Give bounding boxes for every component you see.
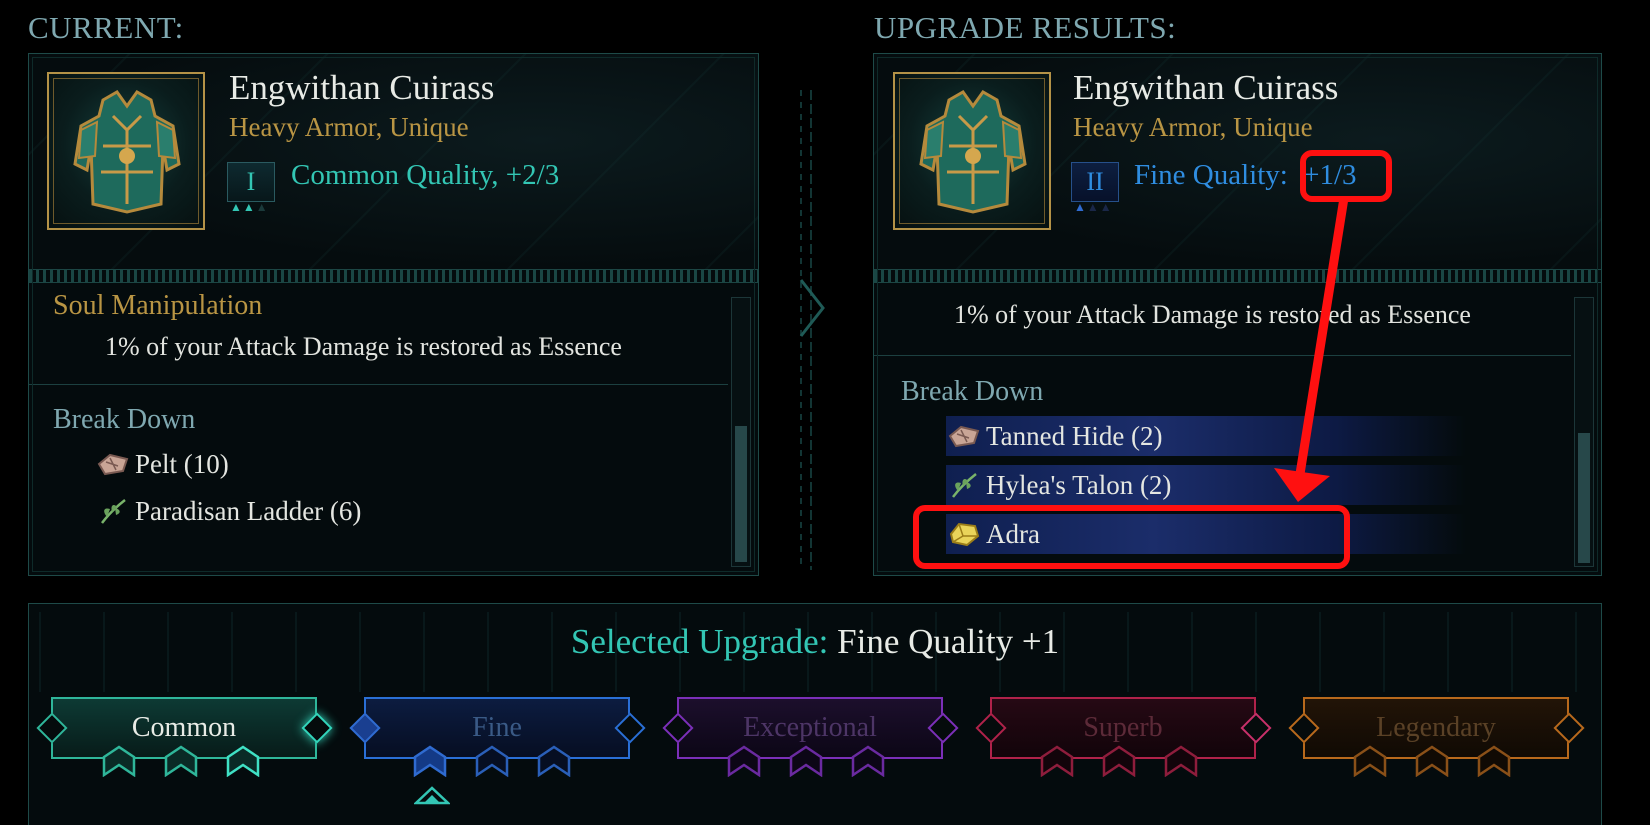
selection-caret-icon [414,786,450,805]
panel-connector [793,90,827,570]
chevron-icon [413,745,447,777]
selected-upgrade-value: Fine Quality +1 [837,622,1060,661]
separator [874,355,1571,356]
item-name: Engwithan Cuirass [229,68,495,107]
tier-pips [102,745,260,777]
enchantment-text: 1% of your Attack Damage is restored as … [954,300,1471,329]
selected-upgrade-label: Selected Upgrade: [570,622,829,661]
scrollbar-thumb[interactable] [735,426,747,562]
cuirass-icon [919,90,1027,214]
leaf-icon [946,470,982,500]
material-label: Tanned Hide (2) [986,420,1163,451]
chevron-icon [475,745,509,777]
cuirass-icon [73,90,181,214]
divider [29,269,758,283]
effects-scrollbar[interactable] [731,297,751,567]
material-row: Hylea's Talon (2) [946,465,1466,505]
annotation-box-quality [1300,150,1392,202]
tier-label: Superb [1083,712,1163,743]
chevron-icon [1102,745,1136,777]
chevron-icon [727,745,761,777]
current-item-portrait [47,72,205,230]
connector-arrow-icon [799,90,825,570]
divider [874,269,1601,283]
upgrade-item-portrait [893,72,1051,230]
tier-pips-icon: ▲▲▲ [1074,200,1113,214]
chevron-icon [1040,745,1074,777]
material-label: Pelt (10) [135,448,229,479]
current-heading: CURRENT: [28,10,184,45]
tier-badge: I [227,162,275,202]
chevron-icon [1353,745,1387,777]
enchantment-text: 1% of your Attack Damage is restored as … [105,332,622,361]
tier-label: Fine [472,712,522,743]
current-item-header: Engwithan Cuirass Heavy Armor, Unique I … [29,54,758,269]
upgrade-item-header: Engwithan Cuirass Heavy Armor, Unique II… [874,54,1601,269]
effects-scrollbar[interactable] [1574,297,1594,567]
material-row: Paradisan Ladder (6) [95,491,361,531]
material-label: Paradisan Ladder (6) [135,495,362,526]
annotation-arrow-icon [1274,197,1349,502]
quality-label: Fine Quality: [1134,159,1288,191]
tier-pips [413,745,571,777]
separator [29,384,728,385]
scrollbar-thumb[interactable] [1578,433,1590,563]
tier-label: Exceptional [743,712,877,743]
chevron-icon [1415,745,1449,777]
hide-icon [946,421,982,451]
item-type: Heavy Armor, Unique [229,112,469,142]
material-row: Tanned Hide (2) [946,416,1466,456]
chevron-icon [226,745,260,777]
chevron-icon [102,745,136,777]
tier-pips-icon: ▲▲▲ [230,200,269,214]
chevron-icon [164,745,198,777]
selected-upgrade-text: Selected Upgrade: Fine Quality +1 [29,622,1601,662]
current-item-panel: Engwithan Cuirass Heavy Armor, Unique I … [28,53,759,576]
breakdown-title: Break Down [901,376,1044,407]
chevron-icon [851,745,885,777]
quality-text: Common Quality, +2/3 [291,159,560,191]
breakdown-title: Break Down [53,404,196,435]
chevron-icon [537,745,571,777]
chevron-icon [1164,745,1198,777]
item-type: Heavy Armor, Unique [1073,112,1313,142]
tier-pips [1353,745,1511,777]
upgrade-item-panel: Engwithan Cuirass Heavy Armor, Unique II… [873,53,1602,576]
annotation-box-adra [913,505,1350,569]
tier-badge: II [1071,162,1119,202]
enchantment-title: Soul Manipulation [53,290,263,321]
material-label: Hylea's Talon (2) [986,469,1172,500]
tier-pips [1040,745,1198,777]
item-name: Engwithan Cuirass [1073,68,1339,107]
tier-pips [727,745,885,777]
material-row: Pelt (10) [95,444,229,484]
upgrade-heading: UPGRADE RESULTS: [874,10,1177,45]
tier-label: Legendary [1376,712,1496,743]
chevron-icon [789,745,823,777]
leaf-icon [95,496,131,526]
chevron-icon [1477,745,1511,777]
hide-icon [95,449,131,479]
tier-label: Common [131,712,237,743]
